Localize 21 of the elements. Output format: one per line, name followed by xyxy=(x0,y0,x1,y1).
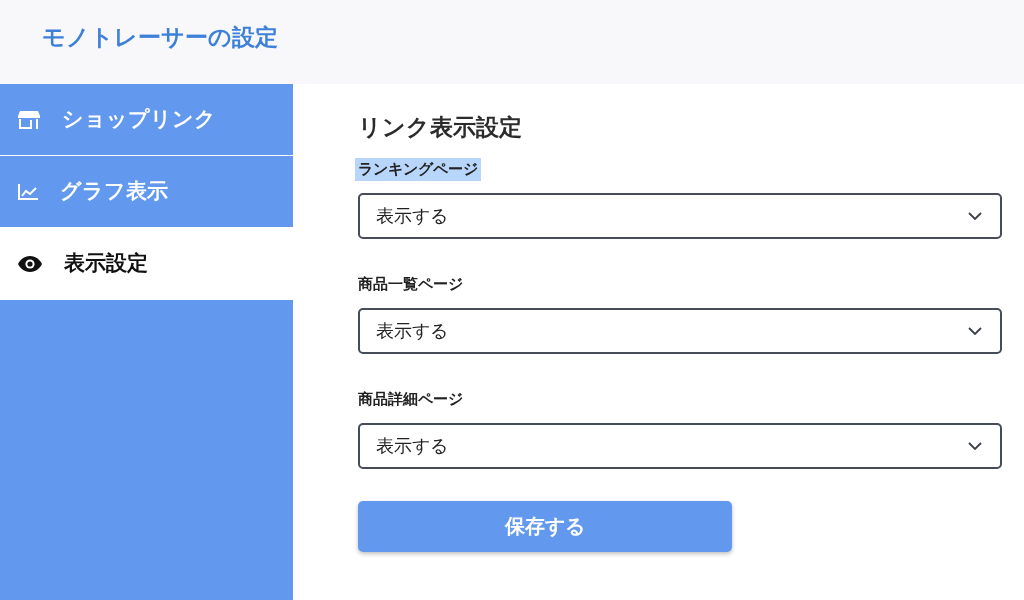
page-title: モノトレーサーの設定 xyxy=(42,24,278,52)
field-label: 商品一覧ページ xyxy=(357,273,464,295)
select-value: 表示する xyxy=(376,204,448,228)
select-field[interactable]: 表示する xyxy=(358,422,1002,469)
chevron-down-icon xyxy=(968,211,982,220)
section-heading: リンク表示設定 xyxy=(358,113,522,142)
store-icon xyxy=(18,110,40,129)
select-field[interactable]: 表示する xyxy=(358,192,1002,239)
sidebar-item-label: グラフ表示 xyxy=(60,178,168,205)
chevron-down-icon xyxy=(968,441,982,450)
select-value: 表示する xyxy=(376,434,448,458)
select-value: 表示する xyxy=(376,319,448,343)
field-label: ランキングページ xyxy=(355,157,481,181)
sidebar-item-label: 表示設定 xyxy=(64,251,148,277)
sidebar-item[interactable]: 表示設定 xyxy=(0,228,293,300)
chevron-down-icon xyxy=(968,326,982,335)
line-chart-icon xyxy=(18,183,38,200)
eye-icon xyxy=(18,256,42,272)
field-label: 商品詳細ページ xyxy=(357,388,464,410)
select-field[interactable]: 表示する xyxy=(358,307,1002,354)
sidebar-item-label: ショップリンク xyxy=(62,106,216,133)
